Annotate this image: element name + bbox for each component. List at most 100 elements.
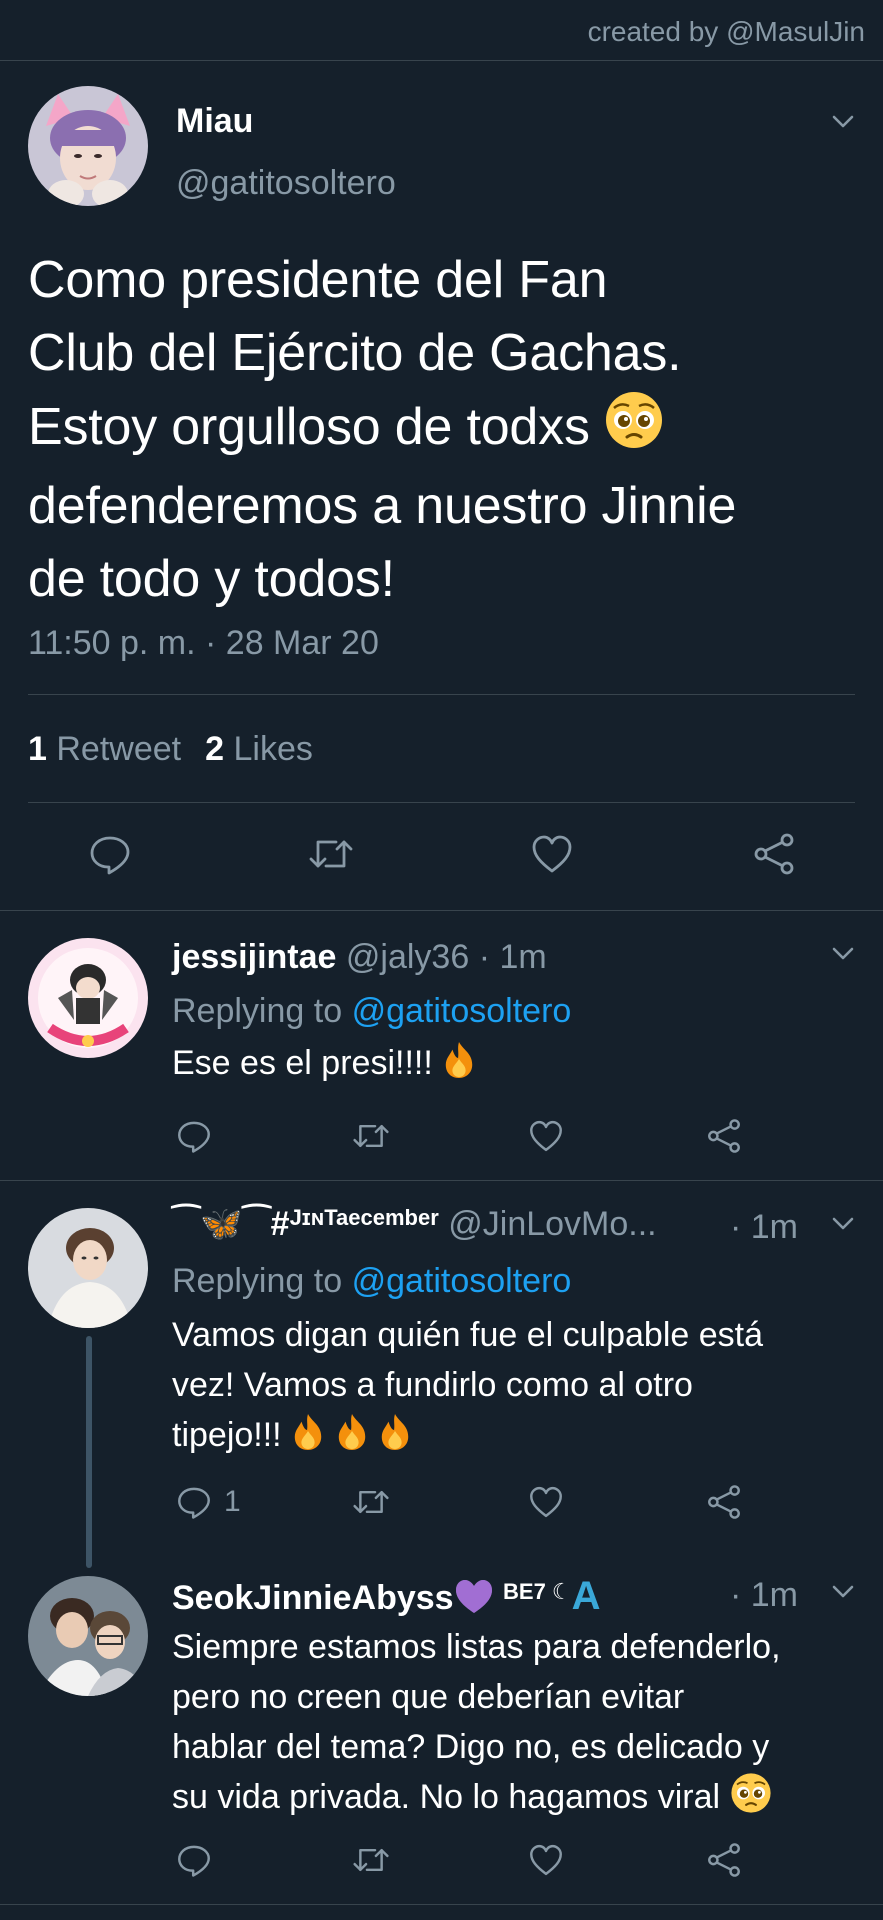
reply-text-line: Ese es el presi!!!! (172, 1044, 433, 1082)
divider (28, 694, 855, 695)
reply-author-name[interactable]: SeokJinnieAbyss BE7 ☾A (172, 1574, 601, 1618)
credit-watermark: created by @MasulJin (587, 16, 865, 47)
divider (0, 1180, 883, 1181)
share-button[interactable] (706, 1118, 742, 1154)
name-badge: A (571, 1574, 601, 1618)
likes-stat[interactable]: 2 Likes (205, 730, 313, 768)
reply-header: ⁀🦋⁀#JɪɴTaecember @JinLovMo... (172, 1204, 657, 1244)
retweet-stat[interactable]: 1 Retweet (28, 730, 181, 768)
retweet-icon (309, 840, 353, 868)
like-count: 2 (205, 730, 225, 768)
fire-emoji-icon (442, 1040, 476, 1094)
reply-button[interactable] (176, 1118, 212, 1154)
reply-author-handle[interactable]: @jaly36 (346, 938, 469, 976)
tweet-text-line: Estoy orgulloso de todxs (28, 390, 848, 470)
name-decoration: ⁀🦋⁀# (172, 1205, 290, 1243)
tweet-text-line-part: Estoy orgulloso de todxs (28, 398, 590, 456)
share-button[interactable] (706, 1484, 742, 1520)
retweet-button[interactable] (350, 1842, 392, 1878)
share-button[interactable] (752, 832, 796, 876)
reply-header: SeokJinnieAbyss BE7 ☾A (172, 1574, 601, 1624)
reply-text-line: Siempre estamos listas para defenderlo, (172, 1628, 781, 1666)
name-text: JɪɴTaecember (289, 1205, 439, 1230)
divider (28, 802, 855, 803)
reply-time: · 1m (730, 1576, 798, 1614)
tweet-text-line: Como presidente del Fan (28, 251, 608, 309)
reply-author-name[interactable]: ⁀🦋⁀#JɪɴTaecember (172, 1205, 439, 1243)
divider (0, 1904, 883, 1905)
heart-icon (530, 1486, 562, 1518)
chevron-down-icon[interactable] (830, 1578, 856, 1604)
like-button[interactable] (528, 1118, 564, 1154)
retweet-button[interactable] (350, 1118, 392, 1154)
replying-to: Replying to @gatitosoltero (172, 992, 571, 1031)
fire-emoji-icon (335, 1412, 369, 1466)
chevron-down-icon[interactable] (830, 108, 856, 134)
reply-text-line: pero no creen que deberían evitar (172, 1678, 685, 1716)
purple-heart-emoji-icon (454, 1579, 494, 1624)
reply-time: · 1m (730, 1208, 798, 1246)
tweet-text-line: defenderemos a nuestro Jinnie (28, 477, 737, 535)
thread-line (86, 1336, 92, 1568)
reply-text-line: Vamos digan quién fue el culpable está (172, 1316, 763, 1354)
like-button[interactable] (530, 832, 574, 876)
reply-text: Vamos digan quién fue el culpable está v… (172, 1310, 883, 1466)
retweet-icon (353, 1124, 389, 1148)
avatar[interactable] (28, 86, 148, 206)
chevron-down-icon[interactable] (830, 940, 856, 966)
reply-button[interactable]: 1 (176, 1484, 241, 1520)
share-button[interactable] (706, 1842, 742, 1878)
heart-icon (530, 1120, 562, 1152)
retweet-count: 1 (28, 730, 47, 768)
reply-text-line: hablar del tema? Digo no, es delicado y (172, 1728, 770, 1766)
chevron-down-icon[interactable] (830, 1210, 856, 1236)
share-icon (708, 1843, 740, 1877)
author-name[interactable]: Miau (176, 102, 253, 141)
share-icon (708, 1119, 740, 1153)
likes-label: Likes (233, 730, 313, 768)
reply-button[interactable] (176, 1842, 212, 1878)
retweet-icon (353, 1848, 389, 1872)
tweet-text-line: de todo y todos! (28, 550, 395, 608)
author-handle[interactable]: @gatitosoltero (176, 164, 396, 203)
reply-time: · 1m (478, 938, 547, 976)
name-suffix: BE7 ☾ (503, 1579, 572, 1604)
reply-count: 1 (224, 1485, 241, 1518)
tweet-text-line: Club del Ejército de Gachas. (28, 324, 682, 382)
reply-button[interactable] (88, 832, 132, 876)
reply-text-line: tipejo!!! (172, 1410, 883, 1466)
name-text: SeokJinnieAbyss (172, 1579, 454, 1617)
avatar[interactable] (28, 938, 148, 1058)
reply-header: jessijintae @jaly36 · 1m (172, 938, 547, 977)
divider (0, 910, 883, 911)
mention-link[interactable]: @gatitosoltero (352, 992, 572, 1030)
retweet-label: Retweet (56, 730, 182, 768)
retweet-icon (353, 1490, 389, 1514)
replying-to: Replying to @gatitosoltero (172, 1262, 571, 1301)
reply-text-line-part: su vida privada. No lo hagamos viral (172, 1778, 721, 1816)
reply-author-handle[interactable]: @JinLovMo... (448, 1205, 656, 1243)
reply-author-name[interactable]: jessijintae (172, 938, 336, 976)
reply-icon (178, 1121, 210, 1153)
fire-emoji-icon (378, 1412, 412, 1466)
pleading-face-emoji-icon (730, 1772, 772, 1828)
share-icon (708, 1485, 740, 1519)
share-icon (754, 833, 794, 875)
reply-text-line-part: tipejo!!! (172, 1416, 282, 1454)
heart-icon (530, 1844, 562, 1876)
mention-link[interactable]: @gatitosoltero (352, 1262, 572, 1300)
like-button[interactable] (528, 1842, 564, 1878)
reply-icon (178, 1487, 210, 1519)
divider (0, 60, 883, 61)
tweet-detail-screen: created by @MasulJin Miau @gatitosoltero… (0, 0, 883, 1920)
retweet-button[interactable] (306, 832, 356, 876)
reply-icon (90, 836, 130, 875)
tweet-stats: 1 Retweet 2 Likes (28, 730, 313, 769)
retweet-button[interactable] (350, 1484, 392, 1520)
heart-icon (532, 835, 572, 873)
avatar[interactable] (28, 1576, 148, 1696)
avatar[interactable] (28, 1208, 148, 1328)
reply-text-line: su vida privada. No lo hagamos viral (172, 1772, 883, 1828)
like-button[interactable] (528, 1484, 564, 1520)
fire-emoji-icon (291, 1412, 325, 1466)
